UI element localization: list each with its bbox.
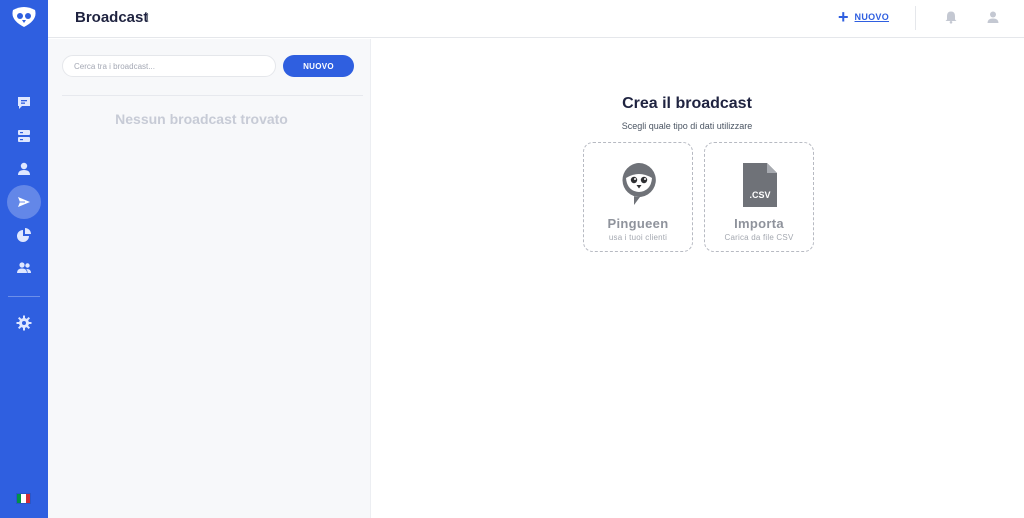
pingueen-logo-icon[interactable] xyxy=(10,6,38,28)
italian-flag-icon[interactable] xyxy=(16,493,31,504)
page-title: Broadcast xyxy=(75,9,149,26)
server-icon xyxy=(18,130,30,142)
header-new-button[interactable]: + NUOVO xyxy=(838,7,890,27)
option-import-csv[interactable]: .CSV Importa Carica da file CSV xyxy=(704,142,814,252)
option-import-title: Importa xyxy=(734,216,784,231)
header-divider xyxy=(915,6,916,30)
nav-item-reports[interactable] xyxy=(0,218,48,252)
panel-divider xyxy=(62,95,363,96)
create-broadcast-subtitle: Scegli quale tipo di dati utilizzare xyxy=(621,121,753,131)
gear-icon xyxy=(16,315,32,331)
header-new-label: NUOVO xyxy=(854,12,890,22)
broadcast-list-panel: NUOVO Nessun broadcast trovato xyxy=(48,39,371,518)
search-input[interactable] xyxy=(62,55,276,77)
option-pingueen[interactable]: Pingueen usa i tuoi clienti xyxy=(583,142,693,252)
title-separator xyxy=(147,13,148,22)
sidebar-divider xyxy=(8,296,40,297)
plus-icon: + xyxy=(838,7,849,27)
nav-item-settings[interactable] xyxy=(0,306,48,340)
option-pingueen-title: Pingueen xyxy=(607,216,669,231)
create-broadcast-title: Crea il broadcast xyxy=(622,95,752,112)
user-icon[interactable] xyxy=(986,10,1000,24)
chat-icon xyxy=(18,97,30,109)
nav-item-chat[interactable] xyxy=(0,86,48,120)
csv-file-icon: .CSV xyxy=(743,163,777,207)
nav-item-team[interactable] xyxy=(0,251,48,285)
nav-item-broadcast[interactable] xyxy=(0,185,48,219)
csv-icon-label: .CSV xyxy=(749,190,770,200)
empty-state-message: Nessun broadcast trovato xyxy=(115,111,288,127)
pingueen-icon xyxy=(622,163,656,205)
top-header: Broadcast + NUOVO xyxy=(48,0,1024,38)
option-pingueen-subtitle: usa i tuoi clienti xyxy=(608,233,668,242)
option-import-subtitle: Carica da file CSV xyxy=(724,233,794,242)
pie-chart-icon xyxy=(17,228,31,242)
send-icon xyxy=(18,197,30,207)
sidebar xyxy=(0,0,48,518)
user-icon xyxy=(18,162,30,175)
new-broadcast-button[interactable]: NUOVO xyxy=(283,55,354,77)
nav-item-server[interactable] xyxy=(0,119,48,153)
bell-icon[interactable] xyxy=(944,10,958,24)
nav-item-user[interactable] xyxy=(0,152,48,186)
main-content: Crea il broadcast Scegli quale tipo di d… xyxy=(372,39,1024,518)
users-icon xyxy=(17,262,31,273)
